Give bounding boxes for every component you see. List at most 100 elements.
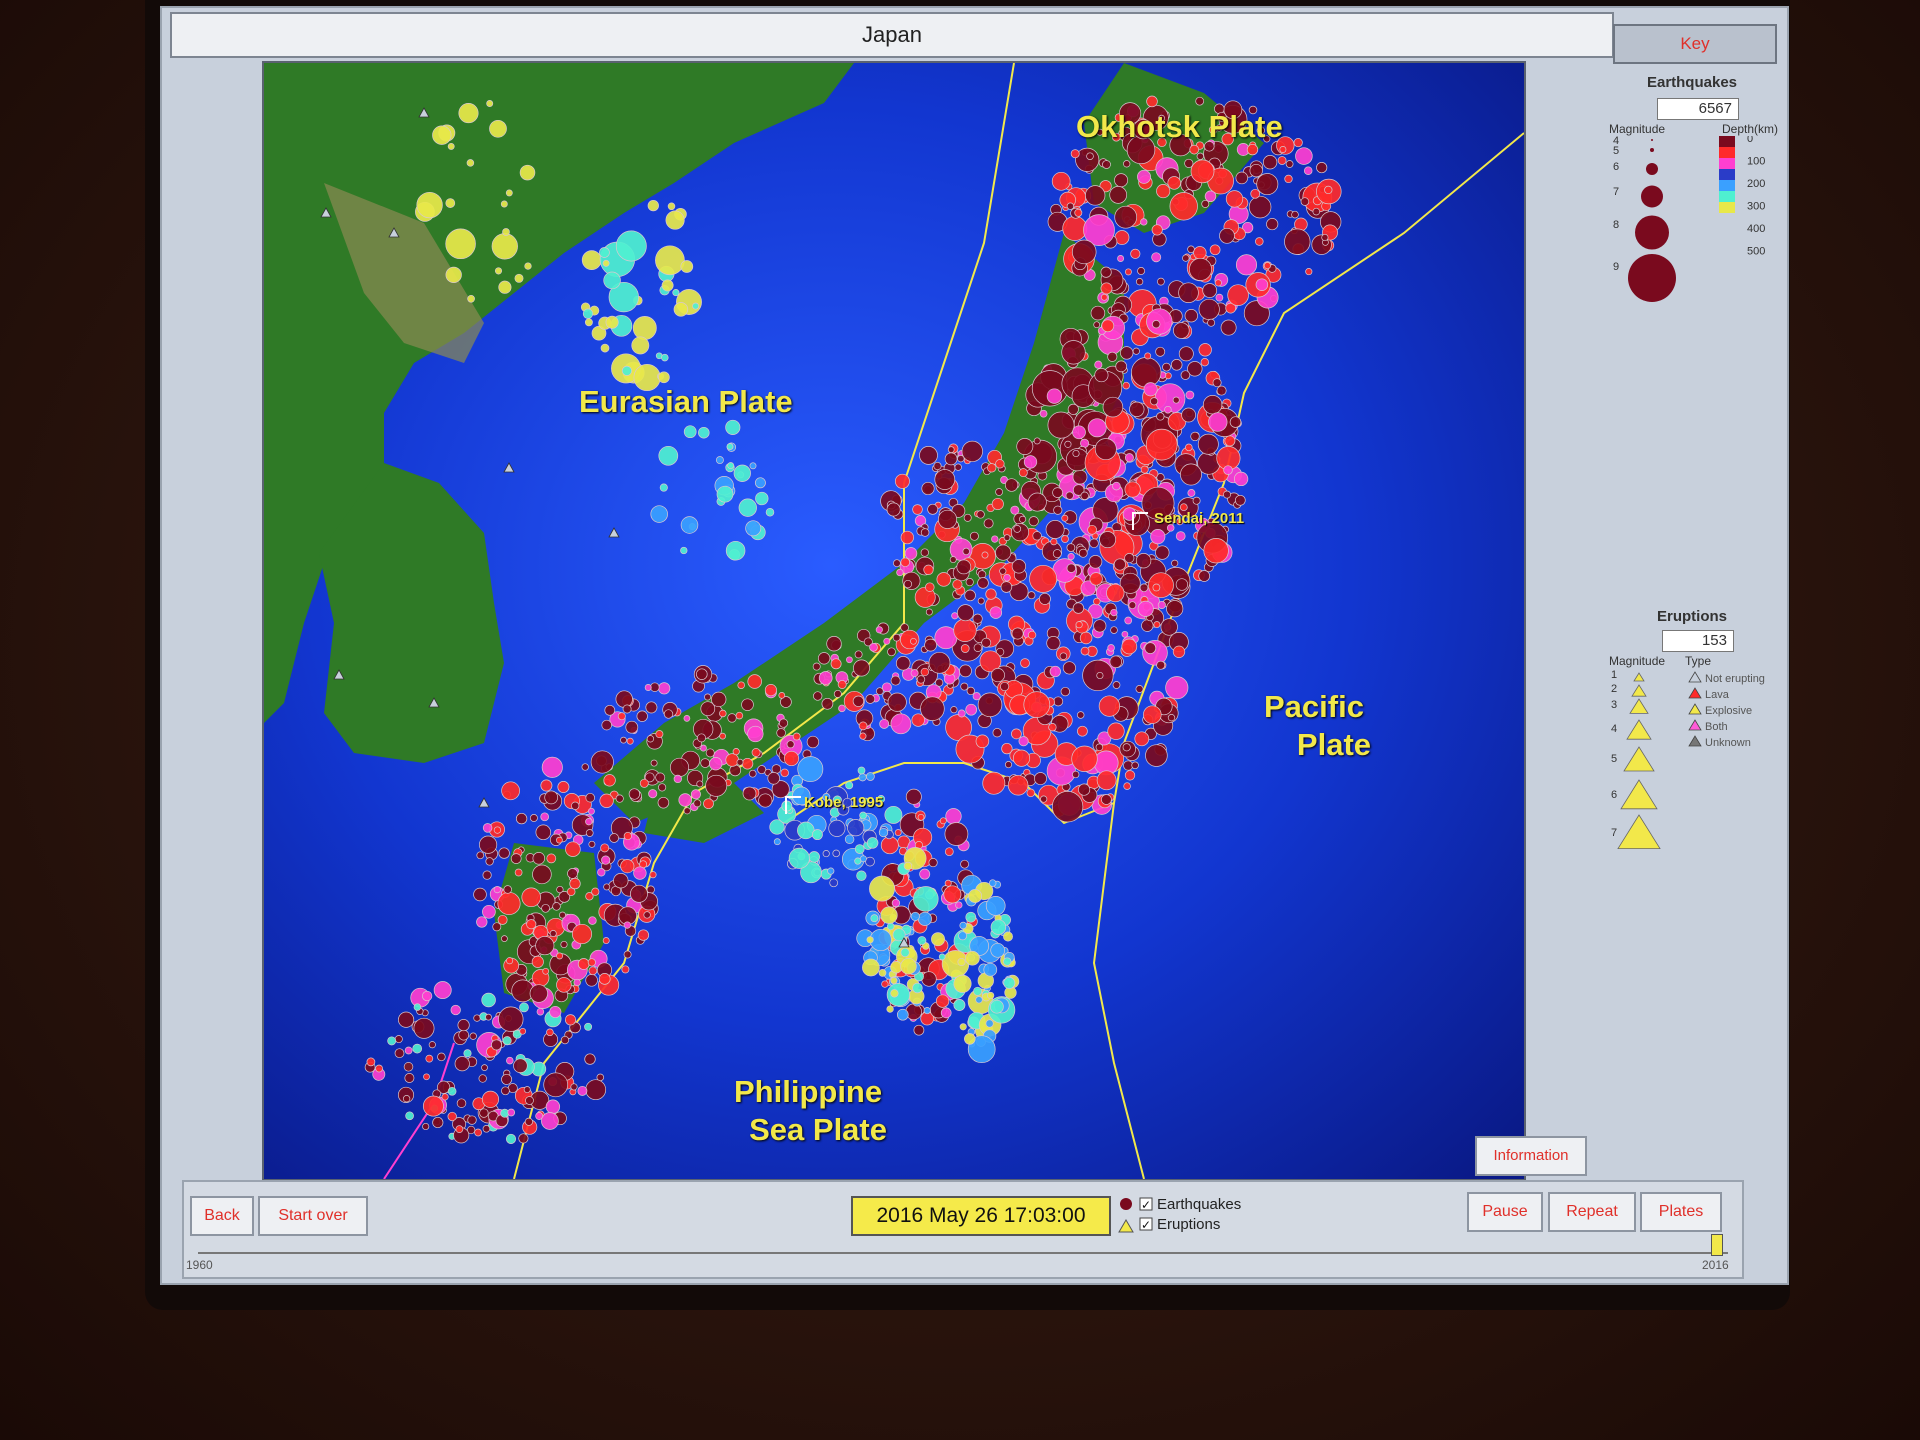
earthquake-marker xyxy=(1141,619,1154,632)
earthquake-marker xyxy=(992,728,1002,738)
eruption-count: 153 xyxy=(1662,630,1734,652)
earthquake-marker xyxy=(985,588,997,600)
earthquake-marker xyxy=(573,978,581,987)
depth-tick: 200 xyxy=(1747,178,1765,190)
seismic-map[interactable]: Okhotsk Plate Eurasian Plate Pacific Pla… xyxy=(262,61,1526,1181)
earthquake-marker xyxy=(985,896,1006,916)
earthquake-marker xyxy=(615,690,633,708)
earthquake-marker xyxy=(1187,489,1196,497)
earthquake-marker xyxy=(1102,396,1124,418)
information-button[interactable]: Information xyxy=(1475,1136,1587,1176)
earthquake-marker xyxy=(445,198,456,208)
timeline-slider[interactable] xyxy=(198,1252,1728,1254)
earthquake-marker xyxy=(481,992,496,1008)
earthquake-marker xyxy=(928,651,951,674)
earthquake-marker xyxy=(1072,602,1085,614)
earthquake-marker xyxy=(571,923,593,945)
earthquake-marker xyxy=(797,756,824,783)
repeat-button[interactable]: Repeat xyxy=(1548,1192,1636,1232)
earthquake-legend-graphic: 456789 0100200300400500 xyxy=(1613,136,1765,302)
earthquake-marker xyxy=(375,1064,383,1073)
earthquake-marker xyxy=(529,984,548,1003)
earthquake-marker xyxy=(603,271,621,290)
earthquake-marker xyxy=(811,829,823,841)
earthquake-marker xyxy=(878,969,887,977)
timeline-handle[interactable] xyxy=(1711,1234,1723,1256)
earthquake-marker xyxy=(489,119,507,138)
earthquake-marker xyxy=(1305,268,1313,276)
eruption-type-label: Lava xyxy=(1705,689,1730,701)
back-button[interactable]: Back xyxy=(190,1196,254,1236)
earthquake-marker xyxy=(505,1133,517,1144)
earthquake-marker xyxy=(476,916,488,928)
earthquake-marker xyxy=(605,315,619,329)
pause-button[interactable]: Pause xyxy=(1467,1192,1543,1232)
depth-color-swatch xyxy=(1719,169,1735,180)
earthquake-marker xyxy=(1085,185,1106,206)
earthquake-marker xyxy=(783,750,800,767)
earthquake-marker xyxy=(890,675,901,686)
earthquake-marker xyxy=(919,868,931,880)
earthquake-marker xyxy=(513,1058,528,1073)
earthquake-marker xyxy=(1110,608,1118,617)
earthquake-marker xyxy=(1064,440,1072,448)
earthquake-marker xyxy=(1150,529,1166,545)
earthquake-marker xyxy=(394,1035,403,1044)
earthquake-marker xyxy=(920,696,945,721)
depth-tick: 400 xyxy=(1747,223,1765,235)
earthquake-marker xyxy=(1144,642,1157,654)
earthquake-marker xyxy=(965,703,978,716)
earthquake-marker xyxy=(986,991,995,1000)
earthquake-marker xyxy=(693,799,702,808)
earthquake-marker xyxy=(621,965,630,974)
earthquake-marker xyxy=(621,365,632,376)
bottom-toolbar: Back Start over 2016 May 26 17:03:00 ✓ ✓… xyxy=(182,1180,1744,1279)
earthquake-marker xyxy=(1096,770,1117,791)
earthquake-marker xyxy=(896,1008,909,1021)
earthquake-marker xyxy=(625,720,639,734)
earthquake-marker xyxy=(931,932,945,947)
earthquakes-toggle[interactable]: Earthquakes xyxy=(1157,1196,1241,1213)
earthquake-marker xyxy=(944,452,958,466)
earthquake-marker xyxy=(1018,736,1029,747)
earthquake-marker xyxy=(1223,465,1233,475)
earthquake-marker xyxy=(977,570,987,579)
earthquake-marker xyxy=(1190,159,1215,184)
depth-color-swatch xyxy=(1719,191,1735,202)
earthquake-marker xyxy=(556,952,564,960)
key-button[interactable]: Key xyxy=(1613,24,1777,64)
earthquake-marker xyxy=(1087,524,1097,535)
earthquake-marker xyxy=(620,859,635,874)
earthquake-marker xyxy=(1114,173,1129,188)
earthquake-marker xyxy=(856,870,867,881)
earthquake-marker xyxy=(964,1033,976,1045)
earthquake-marker xyxy=(663,709,674,719)
earthquake-marker xyxy=(615,230,647,262)
earthquake-marker xyxy=(402,1095,411,1103)
earthquake-marker xyxy=(951,612,959,620)
earthquake-marker xyxy=(995,488,1003,496)
earthquake-marker xyxy=(1180,463,1202,486)
earthquake-marker xyxy=(1172,645,1186,658)
earthquake-marker xyxy=(1146,95,1158,108)
earthquake-marker xyxy=(540,812,550,822)
earthquake-marker xyxy=(905,1003,922,1021)
eruption-type-swatch xyxy=(1688,703,1702,715)
start-over-button[interactable]: Start over xyxy=(258,1196,368,1236)
earthquake-marker xyxy=(894,829,902,837)
earthquake-marker xyxy=(1157,600,1166,610)
earthquake-marker xyxy=(957,709,966,718)
earthquake-marker xyxy=(829,878,839,888)
eruptions-toggle[interactable]: Eruptions xyxy=(1157,1216,1220,1233)
earthquake-marker xyxy=(623,831,632,841)
earthquake-marker xyxy=(886,502,901,517)
pacific-plate-label: Pacific Plate xyxy=(1264,688,1371,764)
earthquake-marker xyxy=(1053,505,1063,515)
earthquake-marker xyxy=(1045,520,1065,539)
earthquake-marker xyxy=(767,772,780,785)
earthquake-marker xyxy=(917,936,927,946)
earthquake-marker xyxy=(1225,190,1244,208)
earthquake-marker xyxy=(866,936,874,944)
plates-button[interactable]: Plates xyxy=(1640,1192,1722,1232)
earthquake-marker xyxy=(957,957,966,967)
